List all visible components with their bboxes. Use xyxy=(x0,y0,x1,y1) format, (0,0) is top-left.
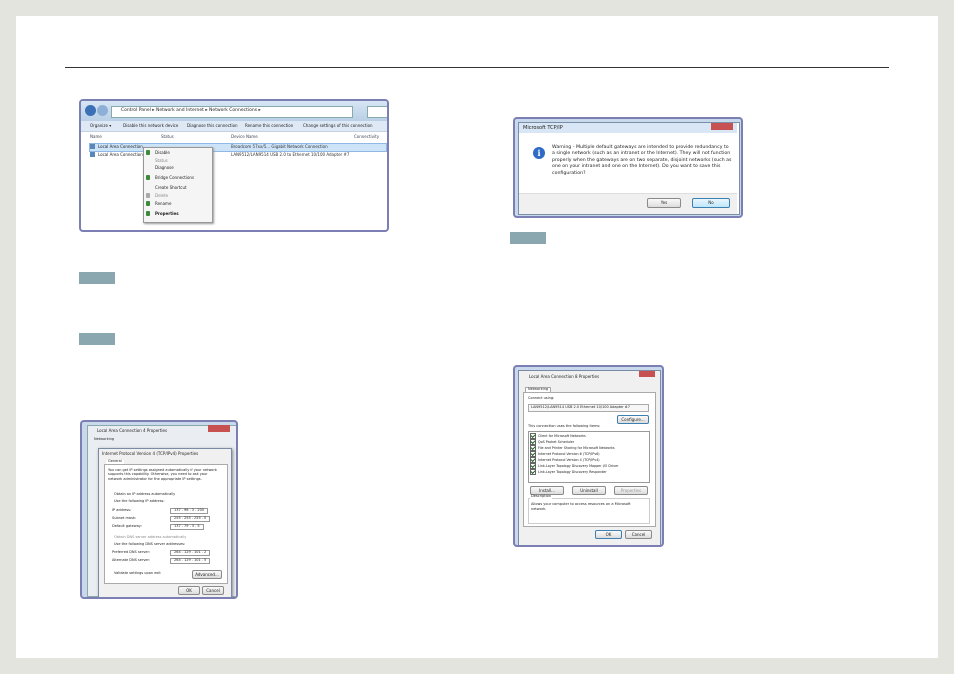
forward-icon[interactable] xyxy=(97,105,108,116)
step-tag xyxy=(79,333,115,345)
diagnose-button[interactable]: Diagnose this connection xyxy=(187,124,238,128)
shield-icon xyxy=(146,175,150,180)
row1-device: Broadcom 57xx/5... Gigabit Network Conne… xyxy=(231,144,328,149)
shield-icon xyxy=(146,193,150,198)
menu-create-shortcut[interactable]: Create Shortcut xyxy=(155,186,187,190)
properties-button[interactable]: Properties xyxy=(614,486,648,495)
gateway-label: Default gateway: xyxy=(112,524,142,528)
yes-button[interactable]: Yes xyxy=(647,198,681,208)
cancel-button[interactable]: Cancel xyxy=(625,530,652,539)
ok-button[interactable]: OK xyxy=(595,530,622,539)
network-adapter-icon xyxy=(90,144,95,149)
dialog-title: Microsoft TCP/IP xyxy=(523,125,563,131)
row2-name: Local Area Connection xyxy=(98,152,143,157)
ok-button[interactable]: OK xyxy=(178,586,200,595)
no-button[interactable]: No xyxy=(692,198,730,208)
outer-tab[interactable]: Networking xyxy=(94,437,114,442)
column-connectivity[interactable]: Connectivity xyxy=(354,135,379,139)
gateway-field[interactable]: 137 . 79 . 3 . 5 xyxy=(170,524,204,530)
organize-button[interactable]: Organize ▾ xyxy=(90,124,111,128)
info-icon: i xyxy=(533,147,545,159)
alternate-dns-field[interactable]: 264 . 129 . 101 . 5 xyxy=(170,558,211,564)
use-dns-radio[interactable]: Use the following DNS server addresses: xyxy=(114,542,185,547)
column-status[interactable]: Status xyxy=(161,135,174,139)
back-icon[interactable] xyxy=(85,105,96,116)
search-box[interactable] xyxy=(367,106,387,118)
description-text: Allows your computer to access resources… xyxy=(531,502,631,511)
validate-checkbox[interactable]: Validate settings upon exit xyxy=(114,571,161,576)
disable-device-button[interactable]: Disable this network device xyxy=(123,124,178,128)
menu-bridge[interactable]: Bridge Connections xyxy=(155,176,194,180)
network-connections-screenshot: Control Panel ▸ Network and Internet ▸ N… xyxy=(79,99,389,232)
properties-title: Local Area Connection 8 Properties xyxy=(529,374,600,379)
item-lltd-responder[interactable]: Link-Layer Topology Discovery Responder xyxy=(530,469,607,475)
ip-label: IP address: xyxy=(112,508,132,512)
auto-ip-radio[interactable]: Obtain an IP address automatically xyxy=(114,492,175,497)
tcpip-warning-screenshot: Microsoft TCP/IP i Warning - Multiple de… xyxy=(513,117,743,218)
inner-dialog-title: Internet Protocol Version 4 (TCP/IPv4) P… xyxy=(102,451,199,456)
shield-icon xyxy=(146,211,150,216)
step-tag xyxy=(510,232,546,244)
ip-field[interactable]: 137 . 96 . 3 . 200 xyxy=(170,508,209,514)
close-icon[interactable] xyxy=(711,123,733,130)
connection-properties-screenshot: Local Area Connection 8 Properties Netwo… xyxy=(513,365,664,547)
breadcrumb: Control Panel ▸ Network and Internet ▸ N… xyxy=(121,108,261,113)
adapter-field: LAN9512/LAN9514 USB 2.0 Ethernet 10/100 … xyxy=(528,404,649,412)
auto-dns-radio[interactable]: Obtain DNS server address automatically xyxy=(114,535,186,540)
menu-disable[interactable]: Disable xyxy=(155,151,170,155)
menu-rename[interactable]: Rename xyxy=(155,202,171,206)
change-settings-button[interactable]: Change settings of this connection xyxy=(303,124,373,128)
close-icon[interactable] xyxy=(208,425,230,432)
column-name[interactable]: Name xyxy=(90,135,102,139)
description-label: Description xyxy=(530,494,552,499)
preferred-dns-field[interactable]: 264 . 129 . 101 . 2 xyxy=(170,550,211,556)
menu-properties[interactable]: Properties xyxy=(155,212,179,216)
general-tab[interactable]: General xyxy=(106,459,124,464)
configure-button[interactable]: Configure... xyxy=(617,415,649,424)
warning-message: Warning - Multiple default gateways are … xyxy=(552,145,732,176)
shield-icon xyxy=(146,201,150,206)
alternate-dns-label: Alternate DNS server: xyxy=(112,558,151,562)
menu-status[interactable]: Status xyxy=(155,159,168,163)
menu-delete[interactable]: Delete xyxy=(155,194,168,198)
menu-diagnose[interactable]: Diagnose xyxy=(155,166,174,170)
networking-tab[interactable]: Networking xyxy=(525,387,552,392)
use-ip-radio[interactable]: Use the following IP address: xyxy=(114,499,165,504)
preferred-dns-label: Preferred DNS server: xyxy=(112,550,151,554)
column-device[interactable]: Device Name xyxy=(231,135,258,139)
row2-device: LAN9512/LAN9514 USB 2.0 to Ethernet 10/1… xyxy=(231,152,350,157)
network-adapter-icon xyxy=(90,152,95,157)
step-tag xyxy=(79,272,115,284)
uninstall-button[interactable]: Uninstall xyxy=(572,486,606,495)
ipv4-properties-screenshot: Local Area Connection 4 Properties Netwo… xyxy=(80,420,238,599)
mask-field[interactable]: 255 . 255 . 255 . 0 xyxy=(170,516,211,522)
intro-text: You can get IP settings assigned automat… xyxy=(108,468,217,481)
connect-using-label: Connect using: xyxy=(528,396,555,400)
advanced-button[interactable]: Advanced... xyxy=(192,570,222,579)
header-rule xyxy=(65,67,889,68)
cancel-button[interactable]: Cancel xyxy=(202,586,224,595)
rename-button[interactable]: Rename this connection xyxy=(245,124,293,128)
outer-dialog-title: Local Area Connection 4 Properties xyxy=(97,428,168,433)
shield-icon xyxy=(146,150,150,155)
mask-label: Subnet mask: xyxy=(112,516,137,520)
items-label: This connection uses the following items… xyxy=(528,424,601,428)
row1-name: Local Area Connection xyxy=(98,144,143,149)
close-icon[interactable] xyxy=(639,371,655,377)
